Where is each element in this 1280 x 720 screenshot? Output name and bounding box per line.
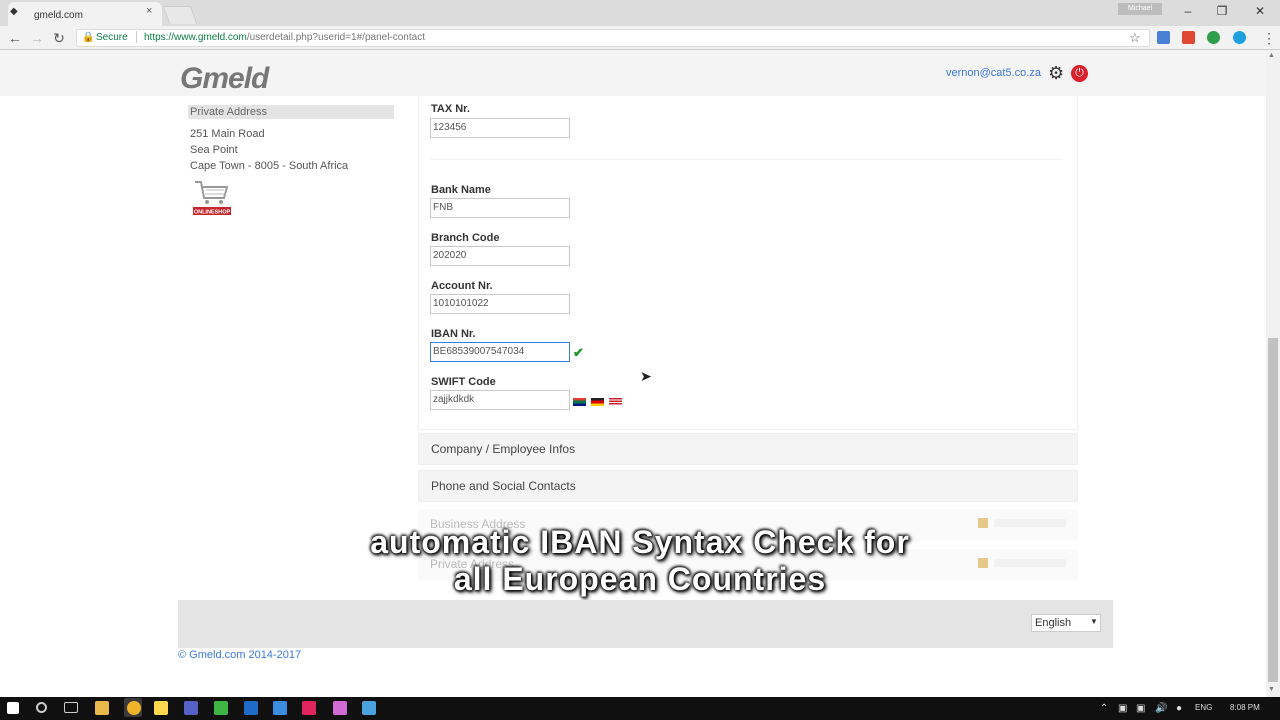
account-input[interactable]: 1010101022 — [430, 294, 570, 314]
private-address-heading: Private Address — [188, 105, 394, 119]
lock-icon: 🔒 — [82, 32, 95, 43]
south-africa-flag-icon[interactable] — [573, 398, 586, 406]
tab-close-icon[interactable]: × — [146, 5, 152, 17]
minimize-button[interactable]: – — [1178, 4, 1198, 18]
tax-input[interactable]: 123456 — [430, 118, 570, 138]
tab-title: gmeld.com — [34, 10, 83, 21]
skype-icon[interactable] — [1233, 31, 1246, 44]
user-email-link[interactable]: vernon@cat5.co.za — [946, 67, 1041, 79]
branch-code-label: Branch Code — [431, 232, 500, 244]
extension-icon[interactable] — [1157, 31, 1170, 44]
scrollbar-thumb[interactable] — [1268, 338, 1278, 682]
profile-badge[interactable]: Michael — [1118, 3, 1162, 15]
branch-code-input[interactable]: 202020 — [430, 246, 570, 266]
url-text[interactable]: https://www.gmeld.com/userdetail.php?use… — [144, 32, 425, 43]
chrome-icon[interactable] — [127, 701, 141, 715]
swift-input[interactable]: zajjkdkdk — [430, 390, 570, 410]
bank-name-input[interactable]: FNB — [430, 198, 570, 218]
restore-button[interactable]: ❐ — [1212, 4, 1232, 18]
address-line: Sea Point — [190, 144, 238, 156]
gear-icon[interactable]: ⚙ — [1048, 63, 1064, 84]
extension-icon[interactable] — [1182, 31, 1195, 44]
back-button[interactable]: ← — [6, 30, 24, 46]
notepad-icon[interactable] — [154, 701, 168, 715]
browser-menu-icon[interactable]: ⋮ — [1262, 30, 1276, 47]
outlook-icon[interactable] — [244, 701, 258, 715]
account-label: Account Nr. — [431, 280, 493, 292]
swift-label: SWIFT Code — [431, 376, 496, 388]
security-label: Secure — [96, 32, 128, 43]
url-host: https://www.gmeld.com — [144, 32, 247, 43]
app-icon[interactable] — [302, 701, 316, 715]
close-window-button[interactable]: ✕ — [1250, 4, 1270, 18]
video-caption: automatic IBAN Syntax Check for all Euro… — [250, 524, 1030, 598]
app-icon[interactable] — [362, 701, 376, 715]
address-line: Cape Town - 8005 - South Africa — [190, 160, 349, 172]
search-icon[interactable] — [36, 702, 47, 713]
logout-power-icon[interactable]: ⏻ — [1071, 65, 1088, 82]
forward-button[interactable]: → — [28, 30, 46, 46]
tax-label: TAX Nr. — [431, 103, 470, 115]
input-language[interactable]: ENG — [1195, 703, 1212, 712]
browser-tab[interactable]: gmeld.com — [8, 2, 162, 26]
iban-input[interactable]: BE68539007547034 — [430, 342, 570, 362]
tray-icon[interactable]: ● — [1176, 703, 1182, 714]
task-view-icon[interactable] — [64, 702, 78, 713]
app-icon[interactable] — [214, 701, 228, 715]
bank-name-label: Bank Name — [431, 184, 491, 196]
favicon-icon: ◆ — [10, 6, 18, 17]
caption-line: all European Countries — [453, 561, 827, 597]
checkmark-icon: ✔ — [573, 345, 584, 360]
app-icon[interactable] — [184, 701, 198, 715]
address-line: 251 Main Road — [190, 128, 265, 140]
network-icon[interactable]: ▣ — [1136, 703, 1145, 714]
caption-line: automatic IBAN Syntax Check for — [370, 524, 910, 560]
chevron-down-icon: ▼ — [1090, 617, 1098, 626]
file-explorer-icon[interactable] — [95, 701, 109, 715]
extension-icon[interactable] — [1207, 31, 1220, 44]
tray-chevron-up-icon[interactable]: ⌃ — [1100, 703, 1108, 714]
bookmark-star-icon[interactable]: ☆ — [1129, 30, 1141, 46]
shopping-cart-icon[interactable]: ONLINESHOP — [192, 178, 232, 218]
scroll-down-arrow-icon[interactable]: ▼ — [1268, 686, 1275, 693]
section-company-employee[interactable]: Company / Employee Infos — [418, 433, 1078, 465]
tray-icon[interactable]: ▣ — [1118, 703, 1127, 714]
germany-flag-icon[interactable] — [591, 398, 604, 406]
url-separator — [136, 31, 137, 43]
usa-flag-icon[interactable] — [609, 398, 622, 406]
app-icon[interactable] — [273, 701, 287, 715]
reload-button[interactable]: ↻ — [50, 30, 68, 47]
site-footer — [178, 600, 1113, 648]
site-logo[interactable]: Gmeld — [180, 62, 269, 96]
url-path: /userdetail.php?userid=1#/panel-contact — [246, 32, 425, 43]
windows-start-icon[interactable] — [7, 702, 19, 714]
clock[interactable]: 8:08 PM — [1230, 703, 1260, 712]
iban-label: IBAN Nr. — [431, 328, 476, 340]
section-phone-social[interactable]: Phone and Social Contacts — [418, 470, 1078, 502]
mouse-pointer-icon: ➤ — [640, 368, 652, 384]
scroll-up-arrow-icon[interactable]: ▲ — [1268, 52, 1275, 59]
app-icon[interactable] — [333, 701, 347, 715]
shop-label: ONLINESHOP — [194, 210, 231, 216]
divider — [430, 159, 1062, 160]
copyright-link[interactable]: © Gmeld.com 2014-2017 — [178, 649, 301, 661]
volume-icon[interactable]: 🔊 — [1155, 703, 1167, 714]
